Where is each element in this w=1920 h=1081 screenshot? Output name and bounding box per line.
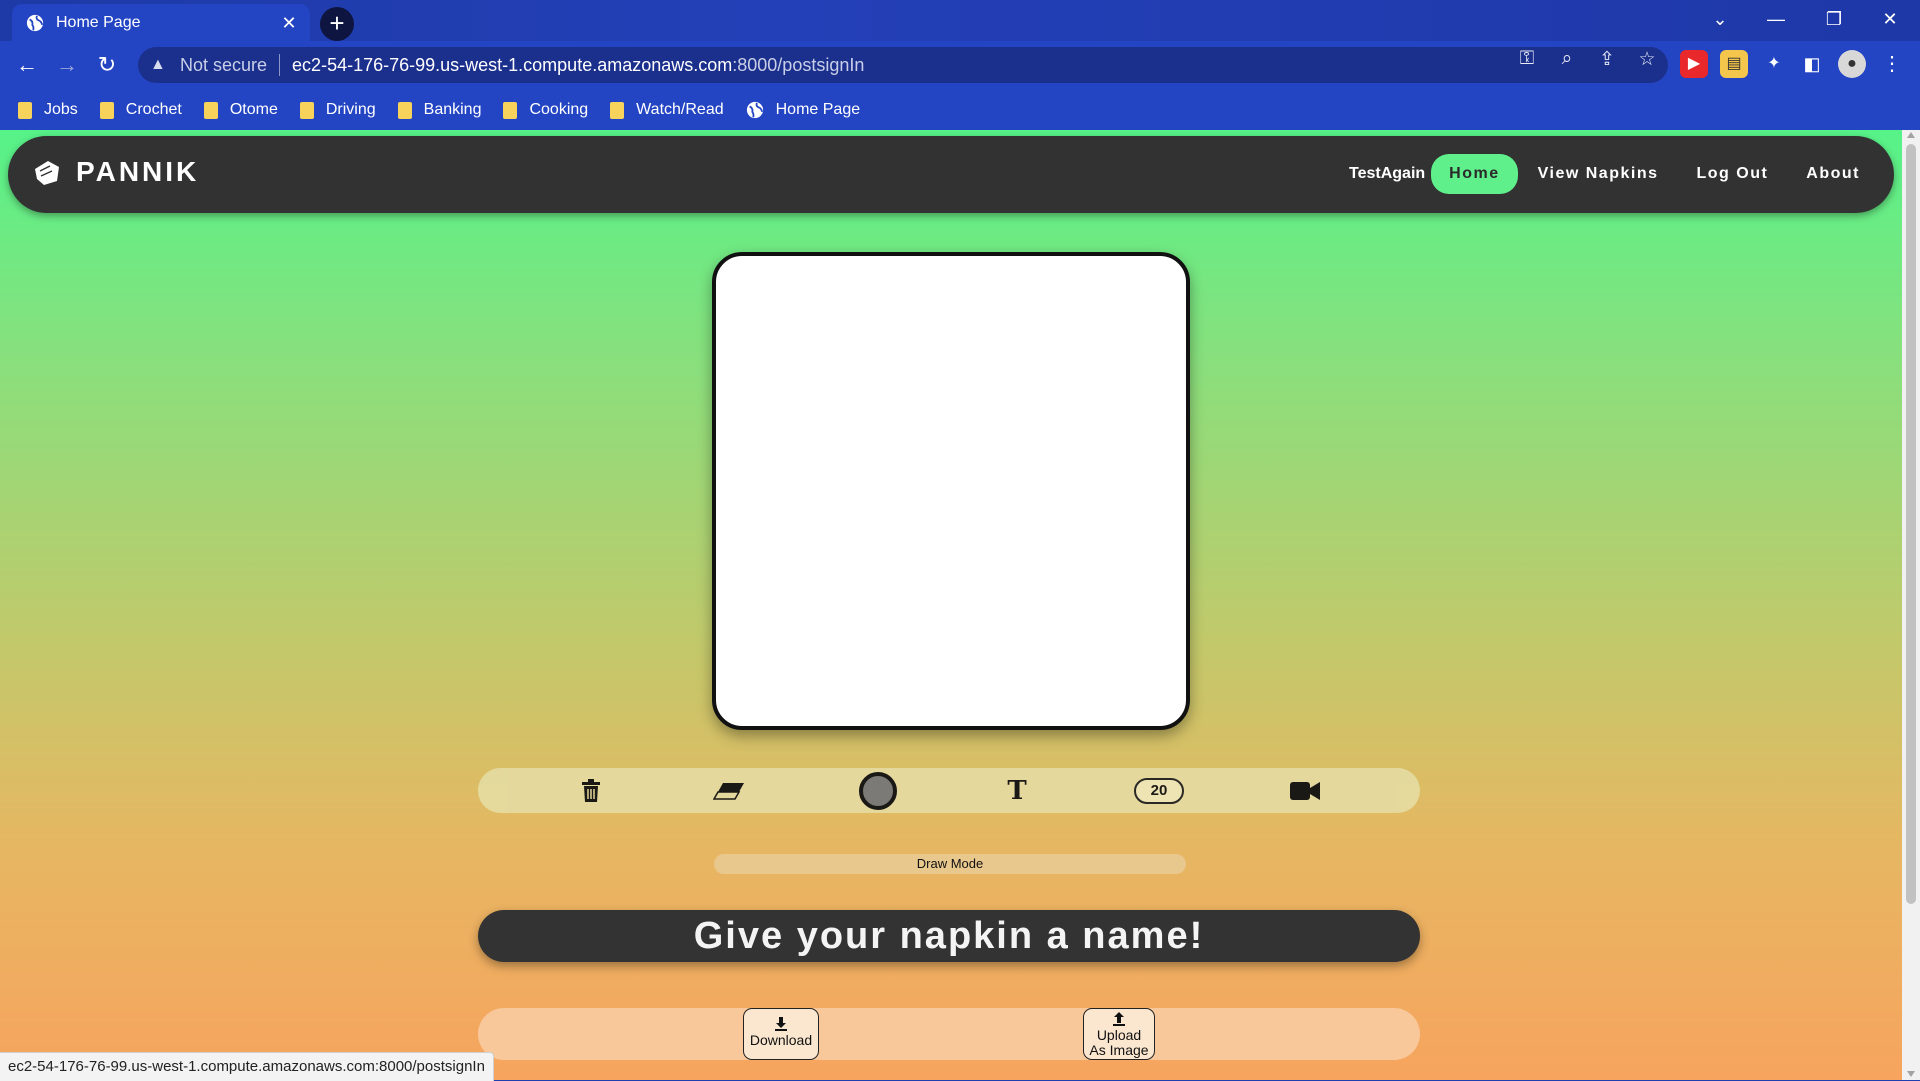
bookmark-watch-read[interactable]: Watch/Read (610, 101, 724, 119)
eraser-icon[interactable] (712, 774, 746, 807)
forward-button[interactable]: → (52, 50, 82, 80)
napkin-logo-icon (35, 161, 59, 185)
address-bar[interactable]: ▲ Not secure ec2-54-176-76-99.us-west-1.… (138, 47, 1668, 83)
brush-size-input[interactable]: 20 (1133, 774, 1185, 807)
download-label: Download (749, 1032, 813, 1048)
action-bar: Download Upload As Image (478, 1008, 1420, 1060)
share-icon[interactable]: ⇪ (1594, 48, 1620, 71)
bookmark-label: Otome (229, 101, 278, 118)
url-host: ec2-54-176-76-99.us-west-1.compute.amazo… (292, 54, 733, 75)
app-navbar: PANNIK TestAgain Home View Napkins Log O… (8, 136, 1894, 213)
globe-icon (746, 101, 763, 119)
zoom-icon[interactable]: ⌕ (1554, 48, 1580, 71)
close-window-button[interactable]: ✕ (1862, 0, 1918, 41)
download-button[interactable]: Download (743, 1008, 819, 1060)
drawing-canvas[interactable] (712, 252, 1190, 730)
tool-bar: T 20 (478, 768, 1420, 813)
bookmark-otome[interactable]: Otome (203, 101, 278, 119)
minimize-button[interactable]: — (1748, 0, 1804, 41)
globe-icon (26, 14, 44, 31)
new-tab-button[interactable]: + (320, 7, 354, 41)
nav-view-napkins[interactable]: View Napkins (1520, 154, 1677, 194)
reload-button[interactable]: ↻ (92, 50, 122, 80)
brand-name: PANNIK (76, 156, 200, 187)
restore-button[interactable]: ❐ (1806, 0, 1862, 41)
draw-mode-label: Draw Mode (714, 854, 1186, 874)
star-icon[interactable]: ☆ (1634, 48, 1660, 71)
folder-icon (299, 101, 314, 119)
side-panel-icon[interactable]: ◧ (1798, 50, 1826, 78)
scrollbar-thumb[interactable] (1906, 144, 1916, 904)
close-tab-icon[interactable]: ✕ (280, 14, 298, 32)
omnibox-icons: ⚿ ⌕ ⇪ ☆ (1514, 48, 1660, 71)
menu-icon[interactable]: ⋮ (1878, 50, 1906, 78)
folder-icon (397, 101, 412, 119)
bookmark-banking[interactable]: Banking (397, 101, 482, 119)
bookmark-label: Watch/Read (636, 101, 724, 118)
upload-icon (1113, 1012, 1125, 1026)
omnibox-divider (279, 54, 281, 76)
brand-logo[interactable]: PANNIK (32, 156, 199, 188)
bookmark-label: Banking (423, 101, 482, 118)
url-path: :8000/postsignIn (732, 54, 865, 75)
bookmark-label: Jobs (44, 101, 78, 118)
upload-as-image-button[interactable]: Upload As Image (1083, 1008, 1155, 1060)
browser-toolbar: ← → ↻ ▲ Not secure ec2-54-176-76-99.us-w… (0, 41, 1920, 90)
bookmark-cooking[interactable]: Cooking (503, 101, 588, 119)
nav-links: TestAgain Home View Napkins Log Out Abou… (1349, 154, 1878, 194)
warning-icon: ▲ (150, 56, 166, 73)
avatar[interactable]: ● (1838, 50, 1866, 78)
text-tool-icon[interactable]: T (1002, 774, 1032, 807)
bookmark-label: Cooking (529, 101, 589, 118)
nav-about[interactable]: About (1788, 154, 1878, 194)
tab-strip: Home Page ✕ + ⌄ — ❐ ✕ (0, 0, 1920, 41)
bookmark-label: Home Page (775, 101, 861, 118)
puzzle-icon[interactable]: ✦ (1760, 50, 1788, 78)
youtube-extension-icon[interactable]: ▶ (1680, 50, 1708, 78)
bookmark-label: Driving (325, 101, 376, 118)
security-label: Not secure (180, 54, 268, 75)
brush-size-value[interactable]: 20 (1134, 777, 1184, 804)
scroll-down-icon[interactable] (1907, 1071, 1915, 1077)
bookmark-label: Crochet (125, 101, 182, 118)
nav-home[interactable]: Home (1431, 154, 1518, 194)
page-scrollbar[interactable] (1902, 130, 1920, 1080)
tab-search-icon[interactable]: ⌄ (1692, 0, 1748, 41)
folder-icon (503, 101, 518, 119)
scroll-up-icon[interactable] (1907, 132, 1915, 138)
folder-icon (610, 101, 625, 119)
video-camera-icon[interactable] (1288, 774, 1322, 807)
back-button[interactable]: ← (12, 50, 42, 80)
status-url-bar: ec2-54-176-76-99.us-west-1.compute.amazo… (0, 1052, 494, 1081)
page-content: PANNIK TestAgain Home View Napkins Log O… (0, 130, 1902, 1080)
napkin-name-input[interactable]: Give your napkin a name! (478, 910, 1420, 962)
username: TestAgain (1349, 165, 1426, 182)
folder-icon (99, 101, 114, 119)
bookmark-home-page[interactable]: Home Page (746, 101, 861, 119)
nav-log-out[interactable]: Log Out (1678, 154, 1786, 194)
upload-label-line2: As Image (1089, 1042, 1149, 1058)
download-icon (775, 1017, 787, 1031)
bookmark-crochet[interactable]: Crochet (99, 101, 182, 119)
browser-tab[interactable]: Home Page ✕ (12, 4, 310, 41)
folder-icon (203, 101, 218, 119)
key-icon[interactable]: ⚿ (1514, 48, 1540, 71)
color-picker[interactable] (856, 771, 900, 810)
bookmarks-bar: Jobs Crochet Otome Driving Banking Cooki… (0, 90, 1920, 130)
trash-icon[interactable] (576, 774, 606, 807)
upload-label-line1: Upload (1096, 1027, 1142, 1043)
bookmark-driving[interactable]: Driving (299, 101, 376, 119)
folder-icon (18, 101, 32, 119)
bookmark-jobs[interactable]: Jobs (18, 101, 78, 119)
tab-title: Home Page (56, 13, 141, 31)
extension-icon[interactable]: ▤ (1720, 50, 1748, 78)
